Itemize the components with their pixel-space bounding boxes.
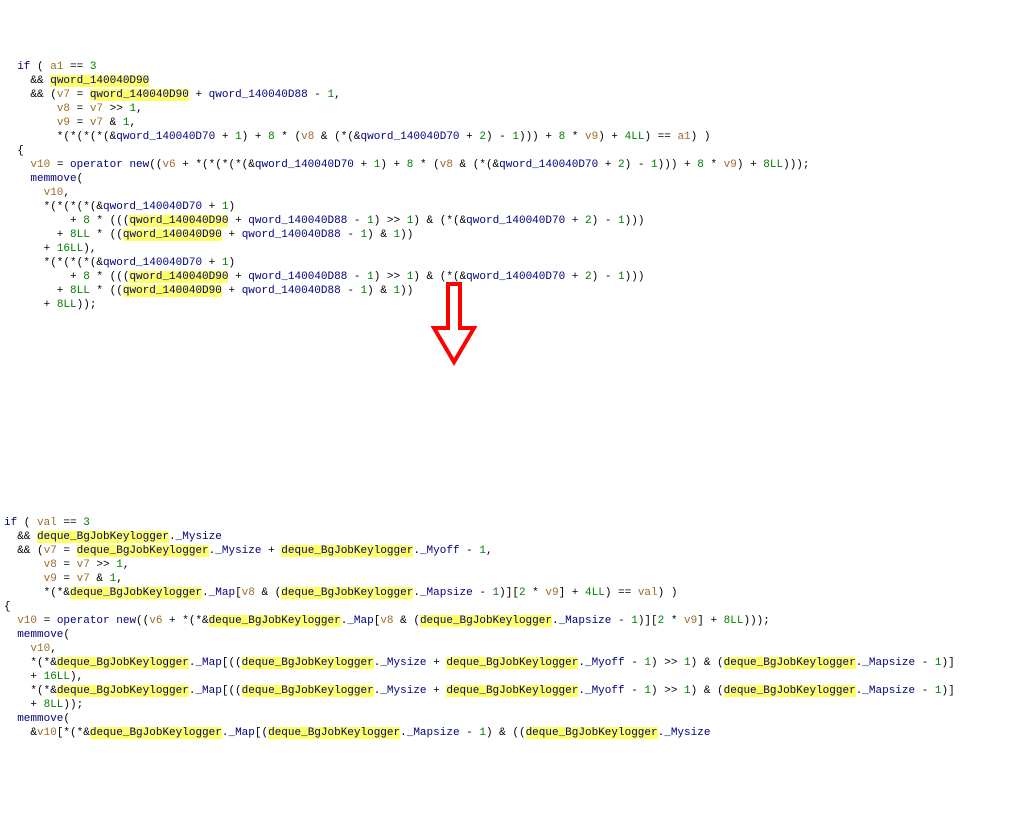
- code-line: if ( a1 == 3 && qword_140040D90 && (v7 =…: [4, 60, 1013, 312]
- code-line: if ( val == 3 && deque_BgJobKeylogger._M…: [4, 516, 1013, 740]
- code-block-after: if ( val == 3 && deque_BgJobKeylogger._M…: [4, 516, 1013, 740]
- arrow-down-icon: [430, 280, 478, 368]
- code-block-before: if ( a1 == 3 && qword_140040D90 && (v7 =…: [4, 60, 1013, 312]
- spacer: [4, 368, 1013, 488]
